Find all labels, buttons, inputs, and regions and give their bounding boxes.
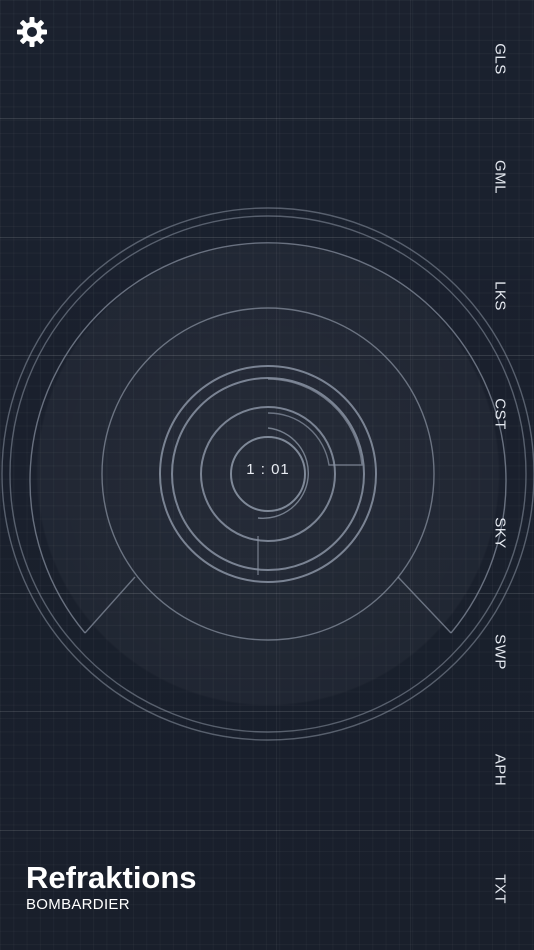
nav-item-swp[interactable]: SWP bbox=[466, 593, 534, 711]
nav-item-gml[interactable]: GML bbox=[466, 118, 534, 236]
settings-button[interactable] bbox=[16, 16, 48, 48]
nav-item-label: SKY bbox=[491, 517, 509, 549]
nav-item-aph[interactable]: APH bbox=[466, 711, 534, 829]
nav-item-lks[interactable]: LKS bbox=[466, 237, 534, 355]
app-subtitle: BOMBARDIER bbox=[26, 896, 130, 913]
nav-item-sky[interactable]: SKY bbox=[466, 474, 534, 592]
row-divider bbox=[0, 830, 534, 831]
nav-item-label: SWP bbox=[491, 634, 509, 670]
nav-item-label: APH bbox=[491, 753, 509, 787]
nav-item-label: CST bbox=[491, 398, 509, 430]
nav-item-label: GLS bbox=[491, 43, 509, 75]
app-title: Refraktions bbox=[26, 860, 197, 895]
nav-item-txt[interactable]: TXT bbox=[466, 830, 534, 948]
nav-item-label: TXT bbox=[491, 874, 509, 904]
row-divider bbox=[0, 118, 534, 119]
nav-item-cst[interactable]: CST bbox=[466, 355, 534, 473]
gear-icon bbox=[17, 17, 47, 47]
timer-display: 1 : 01 bbox=[246, 461, 290, 478]
nav-item-label: LKS bbox=[491, 281, 509, 311]
nav-item-label: GML bbox=[491, 159, 509, 195]
nav-item-gls[interactable]: GLS bbox=[466, 0, 534, 118]
app-screen: 1 : 01 GLS GML LKS CST SKY SWP APH TXT R… bbox=[0, 0, 534, 950]
title-block: Refraktions BOMBARDIER bbox=[26, 860, 197, 914]
level-nav: GLS GML LKS CST SKY SWP APH TXT bbox=[466, 0, 534, 950]
